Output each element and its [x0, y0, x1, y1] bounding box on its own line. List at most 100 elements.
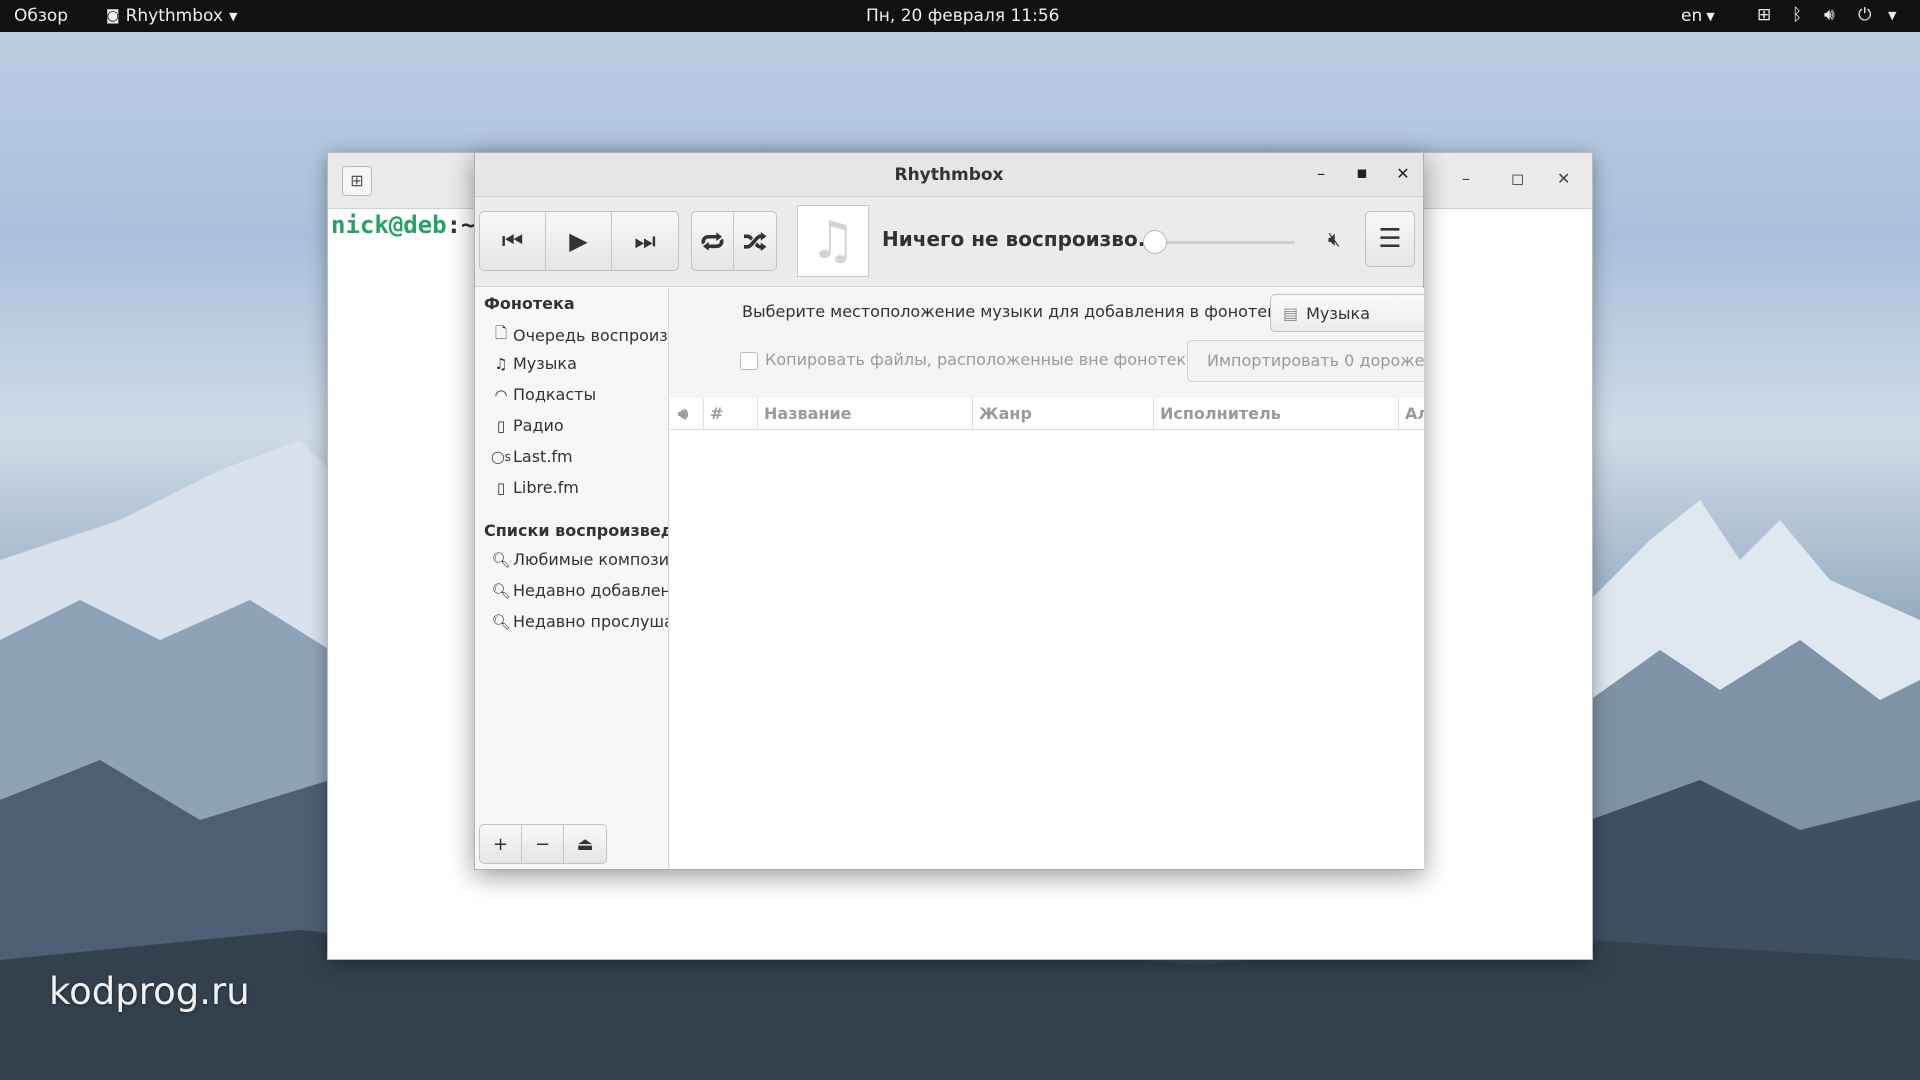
repeat-button[interactable]: 🔁︎: [692, 212, 734, 270]
minimize-icon[interactable]: –: [1310, 164, 1332, 183]
chevron-down-icon: ▼: [1706, 9, 1715, 23]
clock[interactable]: Пн, 20 февраля 11:56: [866, 6, 1059, 26]
power-icon[interactable]: ⏻: [1858, 5, 1871, 25]
sidebar-item-recently-added[interactable]: 🔍︎Недавно добавленные: [491, 581, 669, 600]
document-icon: 🗋: [494, 324, 508, 342]
network-icon[interactable]: ⊞: [1757, 5, 1771, 25]
sidebar-item-lastfm[interactable]: ◯s Last.fm: [491, 447, 573, 466]
lastfm-icon: ◯s: [491, 449, 511, 464]
track-list-header: 🔊︎ # Название Жанр Исполнитель Альбом: [670, 398, 1424, 430]
search-icon: 🔍︎: [491, 550, 511, 569]
close-icon[interactable]: ✕: [1392, 164, 1414, 183]
sidebar-item-favorites[interactable]: 🔍︎Любимые композиции: [491, 550, 669, 569]
column-album[interactable]: Альбом: [1399, 398, 1424, 430]
eject-button[interactable]: ⏏: [564, 825, 606, 863]
maximize-icon[interactable]: ◻: [1511, 169, 1524, 188]
new-tab-button[interactable]: ⊞: [342, 166, 372, 196]
radio-icon: ▯: [496, 478, 506, 497]
remove-playlist-button[interactable]: −: [522, 825, 564, 863]
column-genre[interactable]: Жанр: [973, 398, 1154, 430]
album-art: ♫: [797, 205, 869, 277]
sidebar-item-label: Last.fm: [513, 447, 573, 466]
sidebar-item-podcasts[interactable]: ◠ Подкасты: [491, 385, 596, 404]
folder-chooser-label: Музыка: [1306, 303, 1371, 323]
sidebar-item-label: Очередь воспроизве: [513, 326, 668, 345]
skip-back-icon: ⏮: [501, 227, 524, 255]
window-titlebar[interactable]: Rhythmbox – ◼ ✕: [475, 153, 1423, 197]
play-button[interactable]: ▶: [546, 212, 612, 270]
bluetooth-icon[interactable]: ᛒ: [1792, 5, 1802, 25]
folder-icon: ▤: [1283, 303, 1299, 323]
sidebar-item-recently-played[interactable]: 🔍︎Недавно прослушанные: [491, 612, 668, 631]
maximize-icon[interactable]: ◼: [1351, 166, 1373, 181]
sidebar-item-label: Любимые композиции: [513, 550, 669, 569]
chevron-down-icon[interactable]: ▼: [1888, 9, 1896, 22]
language-label: en: [1681, 6, 1703, 26]
shuffle-button[interactable]: 🔀︎: [734, 212, 776, 270]
next-button[interactable]: ⏭: [612, 212, 678, 270]
sidebar-item-music[interactable]: ♫ Музыка: [491, 354, 577, 373]
volume-muted-icon[interactable]: 🔇︎: [1328, 227, 1341, 251]
copy-files-checkbox[interactable]: [740, 352, 758, 370]
sidebar-item-label: Libre.fm: [513, 478, 579, 497]
radio-icon: ▯: [496, 416, 506, 435]
terminal-prompt[interactable]: nick@deb:~: [331, 211, 476, 239]
play-icon: ▶: [569, 227, 588, 255]
rss-icon: ◠: [494, 385, 508, 404]
minus-icon: −: [534, 833, 551, 855]
previous-button[interactable]: ⏮: [480, 212, 546, 270]
eject-icon: ⏏: [576, 833, 594, 855]
sidebar-item-label: Подкасты: [513, 385, 597, 404]
column-artist[interactable]: Исполнитель: [1154, 398, 1399, 430]
speaker-icon: 🔊︎: [678, 404, 689, 423]
seek-slider-track[interactable]: [1145, 241, 1295, 244]
rhythmbox-window: Rhythmbox – ◼ ✕ ⏮ ▶ ⏭ 🔁︎ 🔀︎ ♫ Ничего не …: [474, 152, 1424, 870]
plus-icon: +: [492, 833, 509, 855]
music-note-icon: ♫: [494, 354, 508, 373]
activities-button[interactable]: Обзор: [14, 6, 68, 26]
skip-forward-icon: ⏭: [634, 227, 656, 255]
playlists-header: Списки воспроизведен: [484, 521, 668, 540]
sidebar-actions: + − ⏏: [479, 824, 607, 864]
app-menu-label: Rhythmbox: [125, 6, 223, 26]
sidebar-item-label: Недавно прослушанные: [513, 612, 668, 631]
rhythmbox-icon: ◙: [106, 8, 120, 24]
volume-icon[interactable]: 🔊︎: [1824, 5, 1835, 25]
now-playing-label: Ничего не воспроизво...: [882, 227, 1161, 251]
library-header: Фонотека: [484, 294, 575, 313]
column-playing[interactable]: 🔊︎: [670, 398, 704, 430]
sidebar-item-label: Музыка: [513, 354, 577, 373]
sidebar-item-label: Недавно добавленные: [513, 581, 669, 600]
folder-chooser-button[interactable]: ▤ Музыка: [1270, 294, 1424, 332]
sidebar-item-radio[interactable]: ▯ Радио: [491, 416, 564, 435]
column-title[interactable]: Название: [758, 398, 973, 430]
player-toolbar: ⏮ ▶ ⏭ 🔁︎ 🔀︎ ♫ Ничего не воспроизво... 🔇︎…: [475, 197, 1423, 287]
transport-controls: ⏮ ▶ ⏭: [479, 211, 679, 271]
minimize-icon[interactable]: –: [1462, 169, 1470, 188]
import-location-label: Выберите местоположение музыки для добав…: [742, 302, 1292, 321]
add-playlist-button[interactable]: +: [480, 825, 522, 863]
chevron-down-icon: ▼: [228, 9, 238, 23]
seek-slider-handle[interactable]: [1143, 230, 1167, 254]
menu-icon: ☰: [1378, 224, 1402, 254]
top-bar: Обзор ◙ Rhythmbox ▼ Пн, 20 февраля 11:56…: [0, 0, 1920, 32]
search-icon: 🔍︎: [491, 581, 511, 600]
app-menu[interactable]: ◙ Rhythmbox ▼: [106, 6, 237, 26]
window-title: Rhythmbox: [894, 165, 1004, 185]
close-icon[interactable]: ✕: [1557, 169, 1570, 188]
import-bar: Выберите местоположение музыки для добав…: [670, 288, 1424, 398]
sidebar-item-queue[interactable]: 🗋 Очередь воспроизве: [491, 323, 668, 348]
language-indicator[interactable]: en ▼: [1681, 6, 1715, 26]
hamburger-menu-button[interactable]: ☰: [1365, 211, 1415, 267]
prompt-separator: :~: [446, 211, 476, 239]
main-content: Выберите местоположение музыки для добав…: [670, 288, 1424, 869]
music-note-icon: ♫: [809, 211, 857, 271]
search-icon: 🔍︎: [491, 612, 511, 631]
sidebar-item-librefm[interactable]: ▯ Libre.fm: [491, 478, 579, 497]
copy-files-label: Копировать файлы, расположенные вне фоно…: [765, 350, 1197, 369]
column-number[interactable]: #: [704, 398, 758, 430]
playback-mode-controls: 🔁︎ 🔀︎: [691, 211, 777, 271]
shuffle-icon: 🔀︎: [743, 229, 767, 257]
import-tracks-button[interactable]: Импортировать 0 дорожек: [1187, 340, 1424, 382]
watermark: kodprog.ru: [49, 970, 250, 1013]
